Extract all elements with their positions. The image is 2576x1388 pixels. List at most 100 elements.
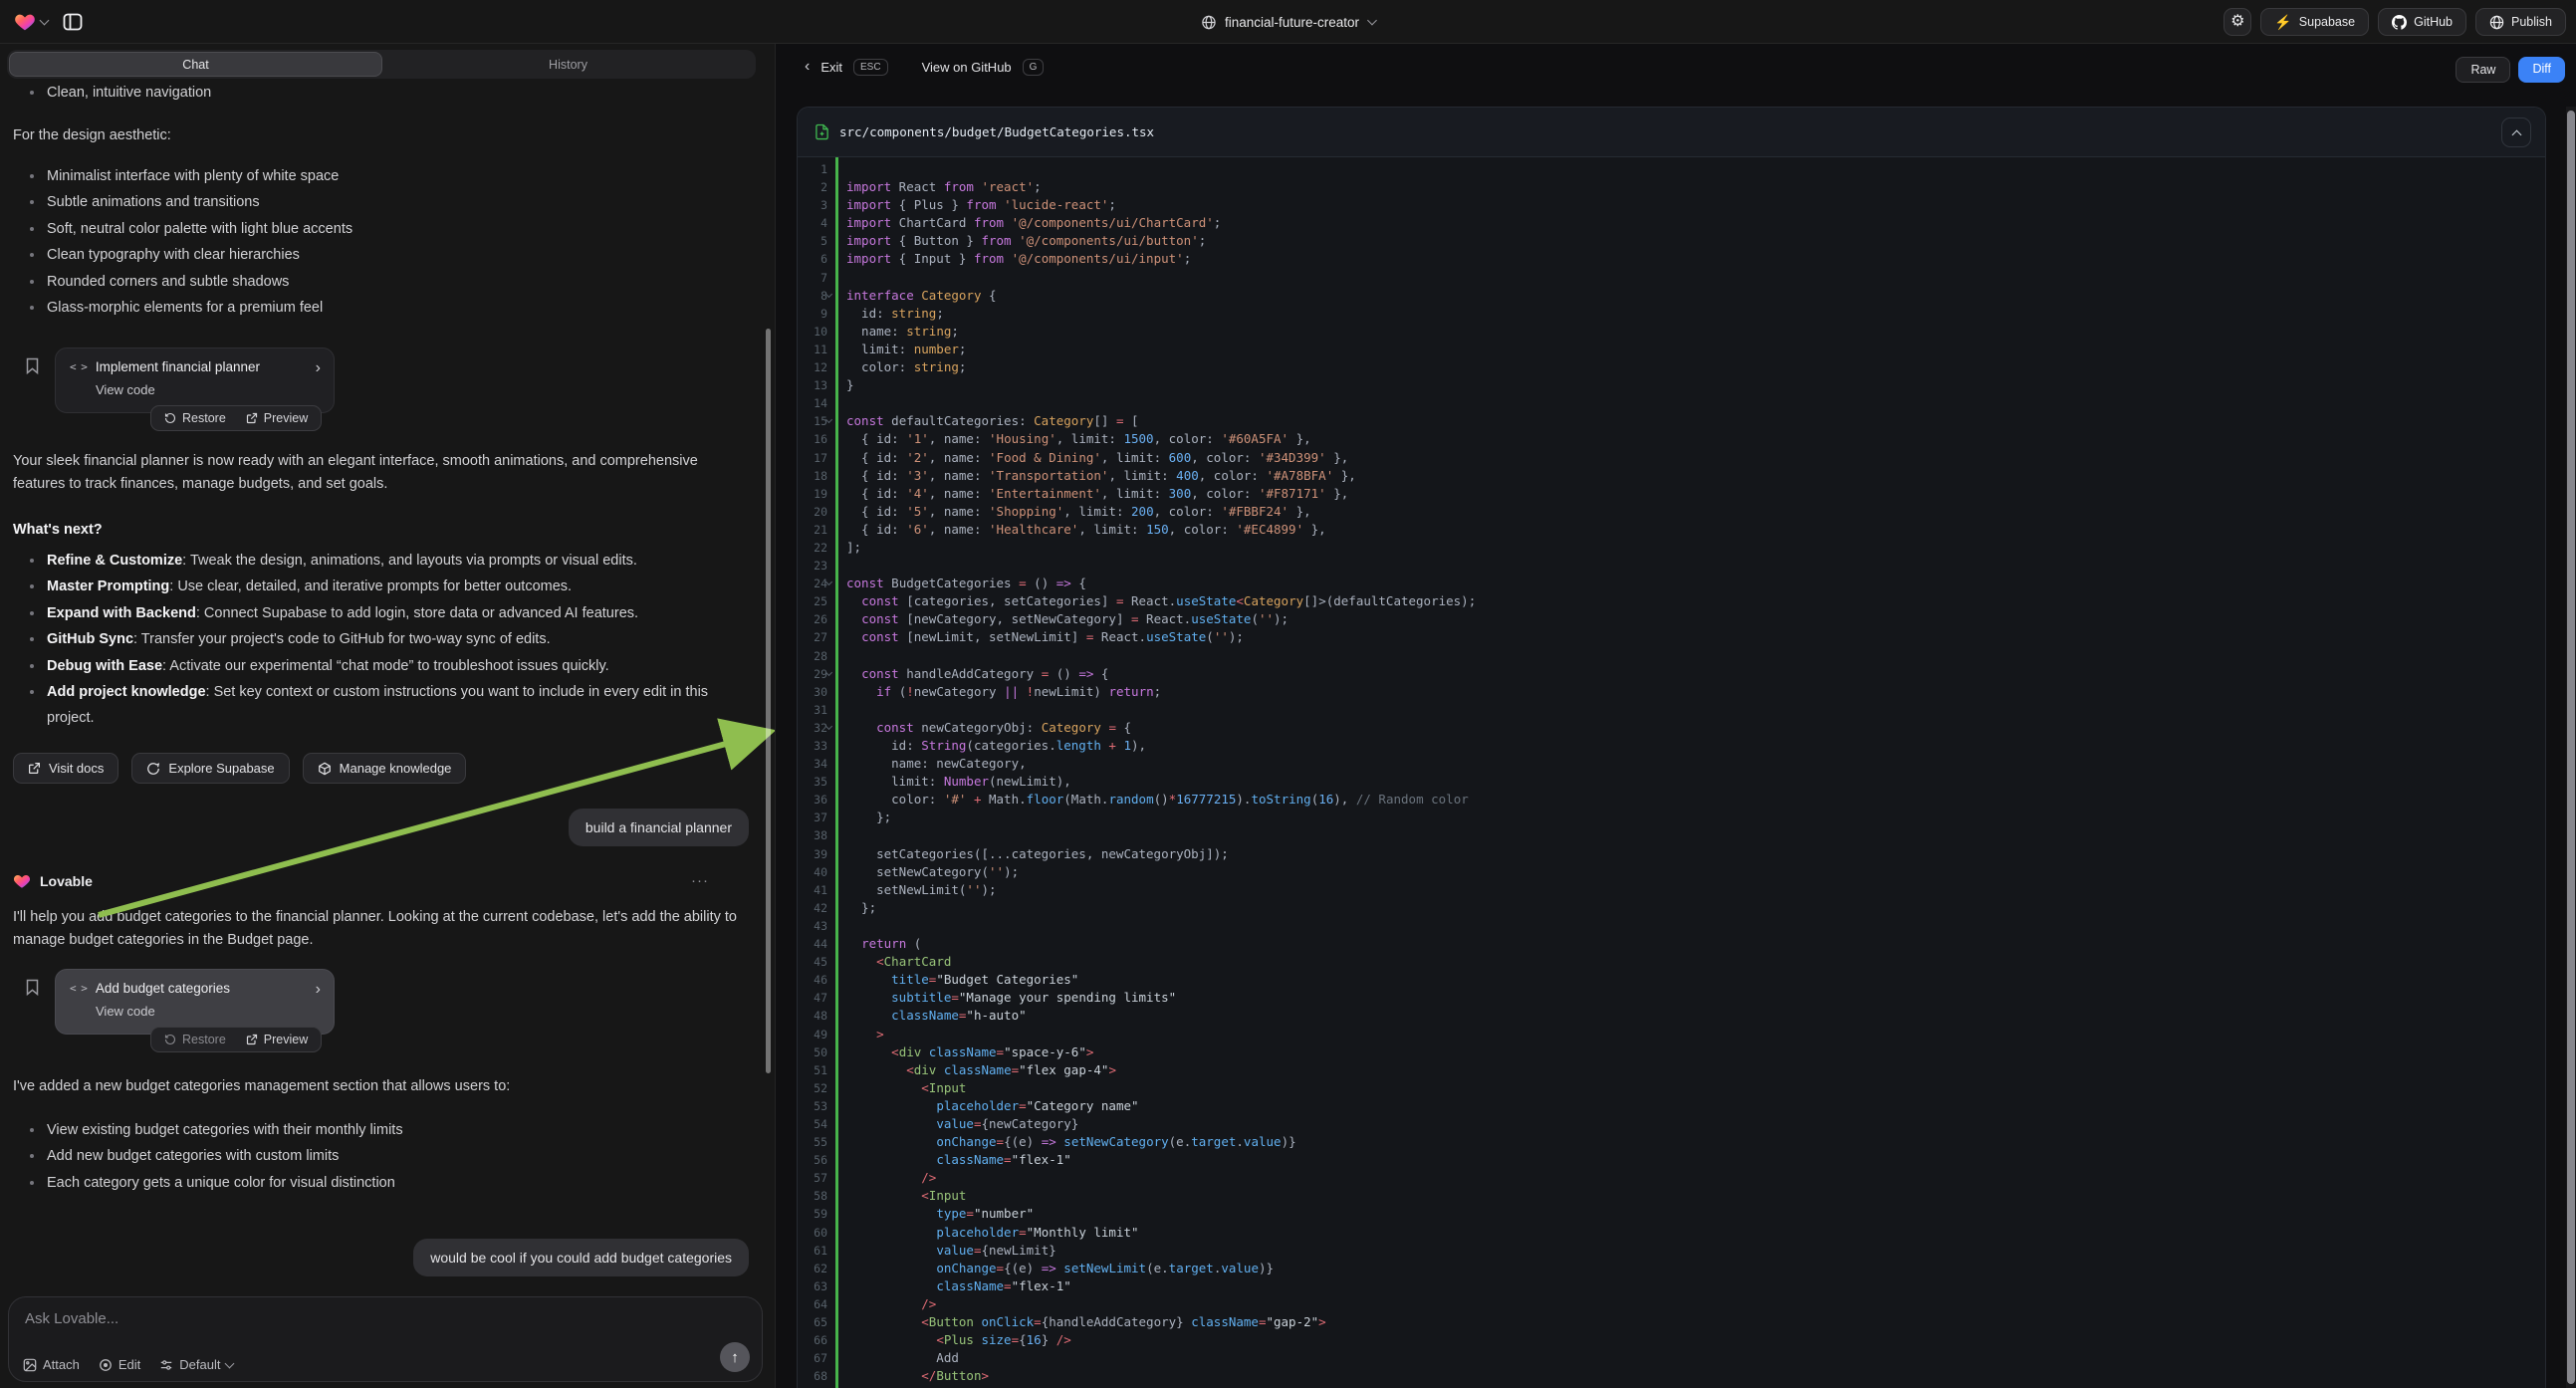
code-line: 13} — [798, 376, 2545, 394]
bullet-text: Add project knowledge: Set key context o… — [47, 679, 737, 732]
code-text: placeholder="Category name" — [846, 1097, 1139, 1115]
collapse-file-button[interactable] — [2501, 117, 2531, 147]
code-text: /> — [846, 1295, 936, 1313]
preview-button[interactable]: Preview — [246, 411, 308, 425]
user-message-chip: build a financial planner — [569, 809, 749, 846]
line-number: 37 — [798, 809, 827, 826]
line-number: 25 — [798, 592, 827, 610]
diff-toggle-button[interactable]: Diff — [2518, 57, 2565, 83]
line-number: 59 — [798, 1205, 827, 1223]
line-number: 16 — [798, 430, 827, 448]
code-line: 52 <Input — [798, 1079, 2545, 1097]
code-line: 24const BudgetCategories = () => { — [798, 575, 2545, 592]
line-number: 46 — [798, 971, 827, 989]
list-item: View existing budget categories with the… — [13, 1117, 737, 1143]
code-text: <ChartCard — [846, 953, 951, 971]
code-text: { id: '4', name: 'Entertainment', limit:… — [846, 485, 1348, 503]
lovable-logo-menu[interactable] — [14, 11, 48, 33]
code-text: if (!newCategory || !newLimit) return; — [846, 683, 1161, 701]
manage-knowledge-button[interactable]: Manage knowledge — [303, 753, 467, 784]
tab-history[interactable]: History — [382, 52, 754, 77]
line-number: 58 — [798, 1187, 827, 1205]
line-number: 53 — [798, 1097, 827, 1115]
line-number: 14 — [798, 394, 827, 412]
line-number: 7 — [798, 269, 827, 287]
raw-toggle-button[interactable]: Raw — [2456, 57, 2510, 83]
code-text: title="Budget Categories" — [846, 971, 1078, 989]
chat-scrollbar[interactable] — [766, 329, 771, 1073]
code-panel: ‹ Exit ESC View on GitHub G Raw Diff src… — [776, 44, 2576, 1388]
code-line: 22]; — [798, 539, 2545, 557]
code-line: 26 const [newCategory, setNewCategory] =… — [798, 610, 2545, 628]
attach-button[interactable]: Attach — [23, 1357, 80, 1372]
scrollbar-thumb[interactable] — [2567, 111, 2575, 1384]
added-paragraph: I've added a new budget categories manag… — [13, 1075, 737, 1098]
send-button[interactable]: ↑ — [720, 1342, 750, 1372]
message-menu-button[interactable]: ··· — [691, 872, 709, 889]
file-header[interactable]: src/components/budget/BudgetCategories.t… — [798, 108, 2545, 157]
code-text: { id: '1', name: 'Housing', limit: 1500,… — [846, 430, 1311, 448]
code-text: import { Plus } from 'lucide-react'; — [846, 196, 1116, 214]
version-card[interactable]: < > Implement financial planner › View c… — [55, 347, 335, 413]
list-item: Refine & Customize: Tweak the design, an… — [13, 548, 737, 574]
edit-button[interactable]: Edit — [99, 1357, 140, 1372]
restore-button[interactable]: Restore — [164, 411, 226, 425]
tab-chat[interactable]: Chat — [9, 52, 382, 77]
page-scrollbar[interactable] — [2566, 107, 2576, 1388]
restore-label: Restore — [182, 1033, 226, 1046]
preview-label: Preview — [264, 1033, 308, 1046]
code-text: className="flex-1" — [846, 1277, 1071, 1295]
bookmark-icon[interactable] — [25, 357, 40, 374]
restore-button[interactable]: Restore — [164, 1033, 226, 1046]
code-line: 66 <Plus size={16} /> — [798, 1331, 2545, 1349]
line-number: 57 — [798, 1169, 827, 1187]
line-number: 40 — [798, 863, 827, 881]
code-line: 29 const handleAddCategory = () => { — [798, 665, 2545, 683]
code-text: { id: '2', name: 'Food & Dining', limit:… — [846, 449, 1348, 467]
code-text: { id: '5', name: 'Shopping', limit: 200,… — [846, 503, 1311, 521]
code-line: 18 { id: '3', name: 'Transportation', li… — [798, 467, 2545, 485]
assistant-header: Lovable ··· — [13, 872, 737, 890]
project-selector[interactable]: financial-future-creator — [1201, 0, 1375, 44]
explore-supabase-button[interactable]: Explore Supabase — [131, 753, 289, 784]
chevron-right-icon: › — [316, 360, 321, 376]
bookmark-icon[interactable] — [25, 979, 40, 996]
github-icon — [2392, 15, 2407, 30]
external-link-icon — [28, 762, 41, 775]
line-number: 62 — [798, 1260, 827, 1277]
visit-docs-button[interactable]: Visit docs — [13, 753, 118, 784]
version-card[interactable]: < > Add budget categories › View code — [55, 969, 335, 1035]
line-number: 10 — [798, 323, 827, 341]
code-text: id: String(categories.length + 1), — [846, 737, 1146, 755]
view-on-github-link[interactable]: View on GitHub — [922, 60, 1012, 75]
prompt-input[interactable] — [25, 1310, 746, 1334]
mode-selector[interactable]: Default — [159, 1357, 233, 1372]
code-text: /> — [846, 1169, 936, 1187]
code-line: 7 — [798, 269, 2545, 287]
view-code-link[interactable]: View code — [96, 382, 320, 397]
bullet-dot — [30, 611, 34, 615]
chevron-up-icon — [2511, 129, 2521, 139]
code-text: ]; — [846, 539, 861, 557]
publish-button[interactable]: Publish — [2475, 8, 2566, 36]
bullet-dot — [30, 690, 34, 694]
line-number: 36 — [798, 791, 827, 809]
exit-button[interactable]: Exit — [820, 60, 842, 75]
bullet-text: Clean, intuitive navigation — [47, 80, 211, 106]
settings-button[interactable]: ⚙ — [2224, 8, 2251, 36]
code-line: 40 setNewCategory(''); — [798, 863, 2545, 881]
view-code-link[interactable]: View code — [96, 1004, 320, 1019]
code-line: 55 onChange={(e) => setNewCategory(e.tar… — [798, 1133, 2545, 1151]
supabase-button[interactable]: ⚡ Supabase — [2260, 8, 2369, 36]
chevron-left-icon: ‹ — [805, 58, 810, 76]
code-line: 11 limit: number; — [798, 341, 2545, 358]
code-line: 25 const [categories, setCategories] = R… — [798, 592, 2545, 610]
bullet-text: View existing budget categories with the… — [47, 1117, 403, 1143]
gear-icon: ⚙ — [2230, 14, 2244, 30]
code-line: 67 Add — [798, 1349, 2545, 1367]
globe-icon — [2489, 15, 2504, 30]
line-number: 48 — [798, 1007, 827, 1025]
preview-button[interactable]: Preview — [246, 1033, 308, 1046]
github-button[interactable]: GitHub — [2378, 8, 2466, 36]
sidebar-toggle-button[interactable] — [58, 7, 88, 37]
